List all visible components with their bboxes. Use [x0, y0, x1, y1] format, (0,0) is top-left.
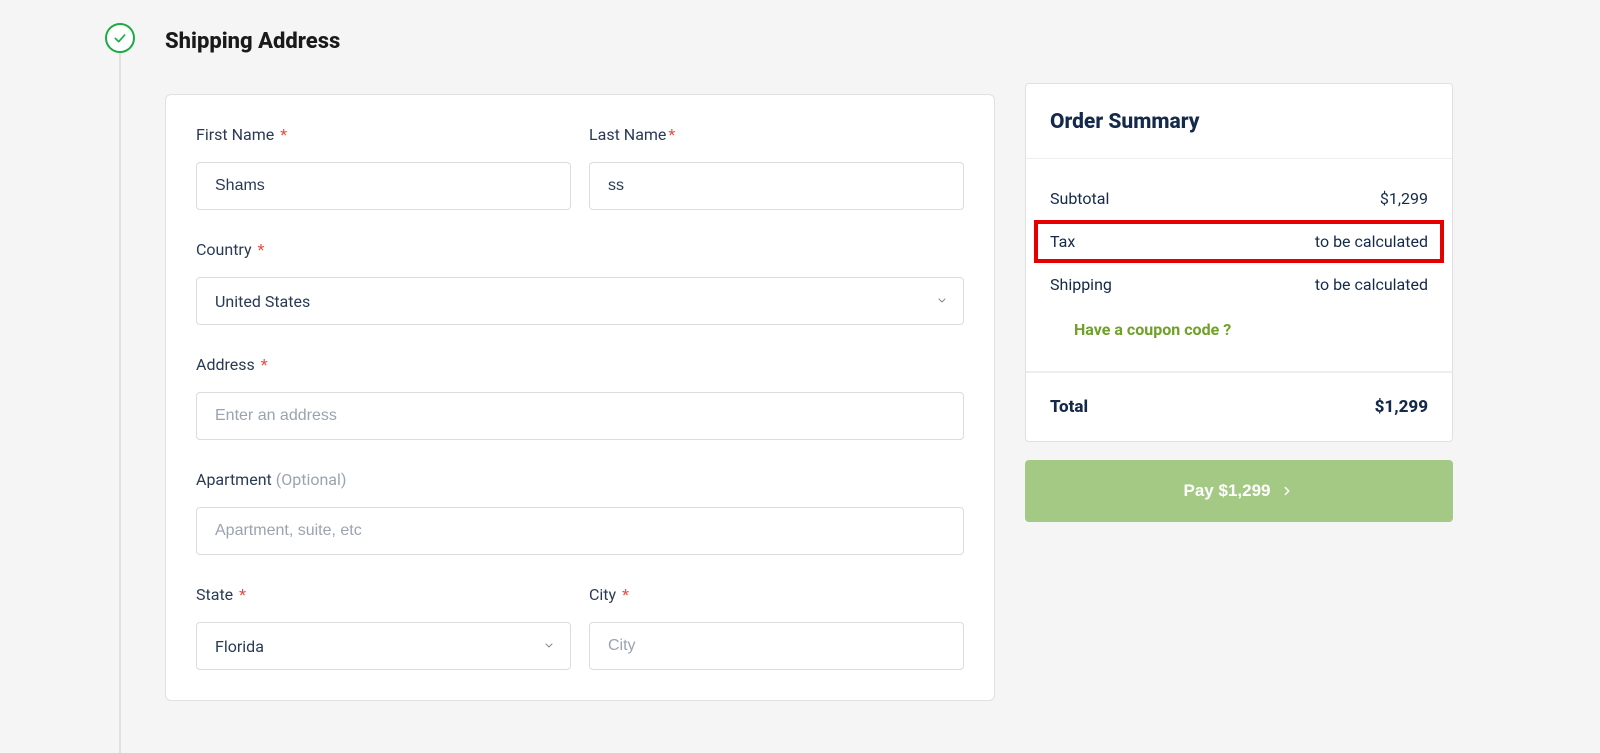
tax-highlight: Tax to be calculated: [1034, 220, 1444, 263]
tax-value: to be calculated: [1315, 232, 1428, 251]
order-summary: Order Summary Subtotal $1,299 Tax to be …: [1025, 83, 1453, 442]
coupon-link[interactable]: Have a coupon code ?: [1074, 320, 1231, 339]
country-select[interactable]: United States: [196, 277, 964, 325]
total-row: Total $1,299: [1026, 372, 1452, 441]
address-label: Address *: [196, 355, 964, 374]
state-select[interactable]: Florida: [196, 622, 571, 670]
subtotal-row: Subtotal $1,299: [1050, 177, 1428, 220]
subtotal-value: $1,299: [1380, 189, 1428, 208]
summary-title: Order Summary: [1026, 84, 1452, 159]
chevron-right-icon: [1280, 484, 1294, 498]
page-title: Shipping Address: [165, 29, 995, 54]
total-label: Total: [1050, 397, 1088, 417]
step-complete-icon: [105, 23, 135, 53]
last-name-input[interactable]: [589, 162, 964, 210]
first-name-label: First Name *: [196, 125, 571, 144]
shipping-row: Shipping to be calculated: [1050, 263, 1428, 306]
shipping-label: Shipping: [1050, 275, 1112, 294]
city-label: City *: [589, 585, 964, 604]
state-label: State *: [196, 585, 571, 604]
apartment-label: Apartment (Optional): [196, 470, 964, 489]
country-label: Country *: [196, 240, 964, 259]
step-line: [119, 53, 121, 753]
total-value: $1,299: [1375, 397, 1428, 417]
pay-button[interactable]: Pay $1,299: [1025, 460, 1453, 522]
apartment-input[interactable]: [196, 507, 964, 555]
city-input[interactable]: [589, 622, 964, 670]
address-input[interactable]: [196, 392, 964, 440]
tax-label: Tax: [1050, 232, 1075, 251]
subtotal-label: Subtotal: [1050, 189, 1109, 208]
first-name-input[interactable]: [196, 162, 571, 210]
pay-button-label: Pay $1,299: [1184, 481, 1271, 501]
shipping-value: to be calculated: [1315, 275, 1428, 294]
shipping-form: First Name * Last Name* Country * United…: [165, 94, 995, 701]
tax-row: Tax to be calculated: [1038, 224, 1440, 259]
last-name-label: Last Name*: [589, 125, 964, 144]
